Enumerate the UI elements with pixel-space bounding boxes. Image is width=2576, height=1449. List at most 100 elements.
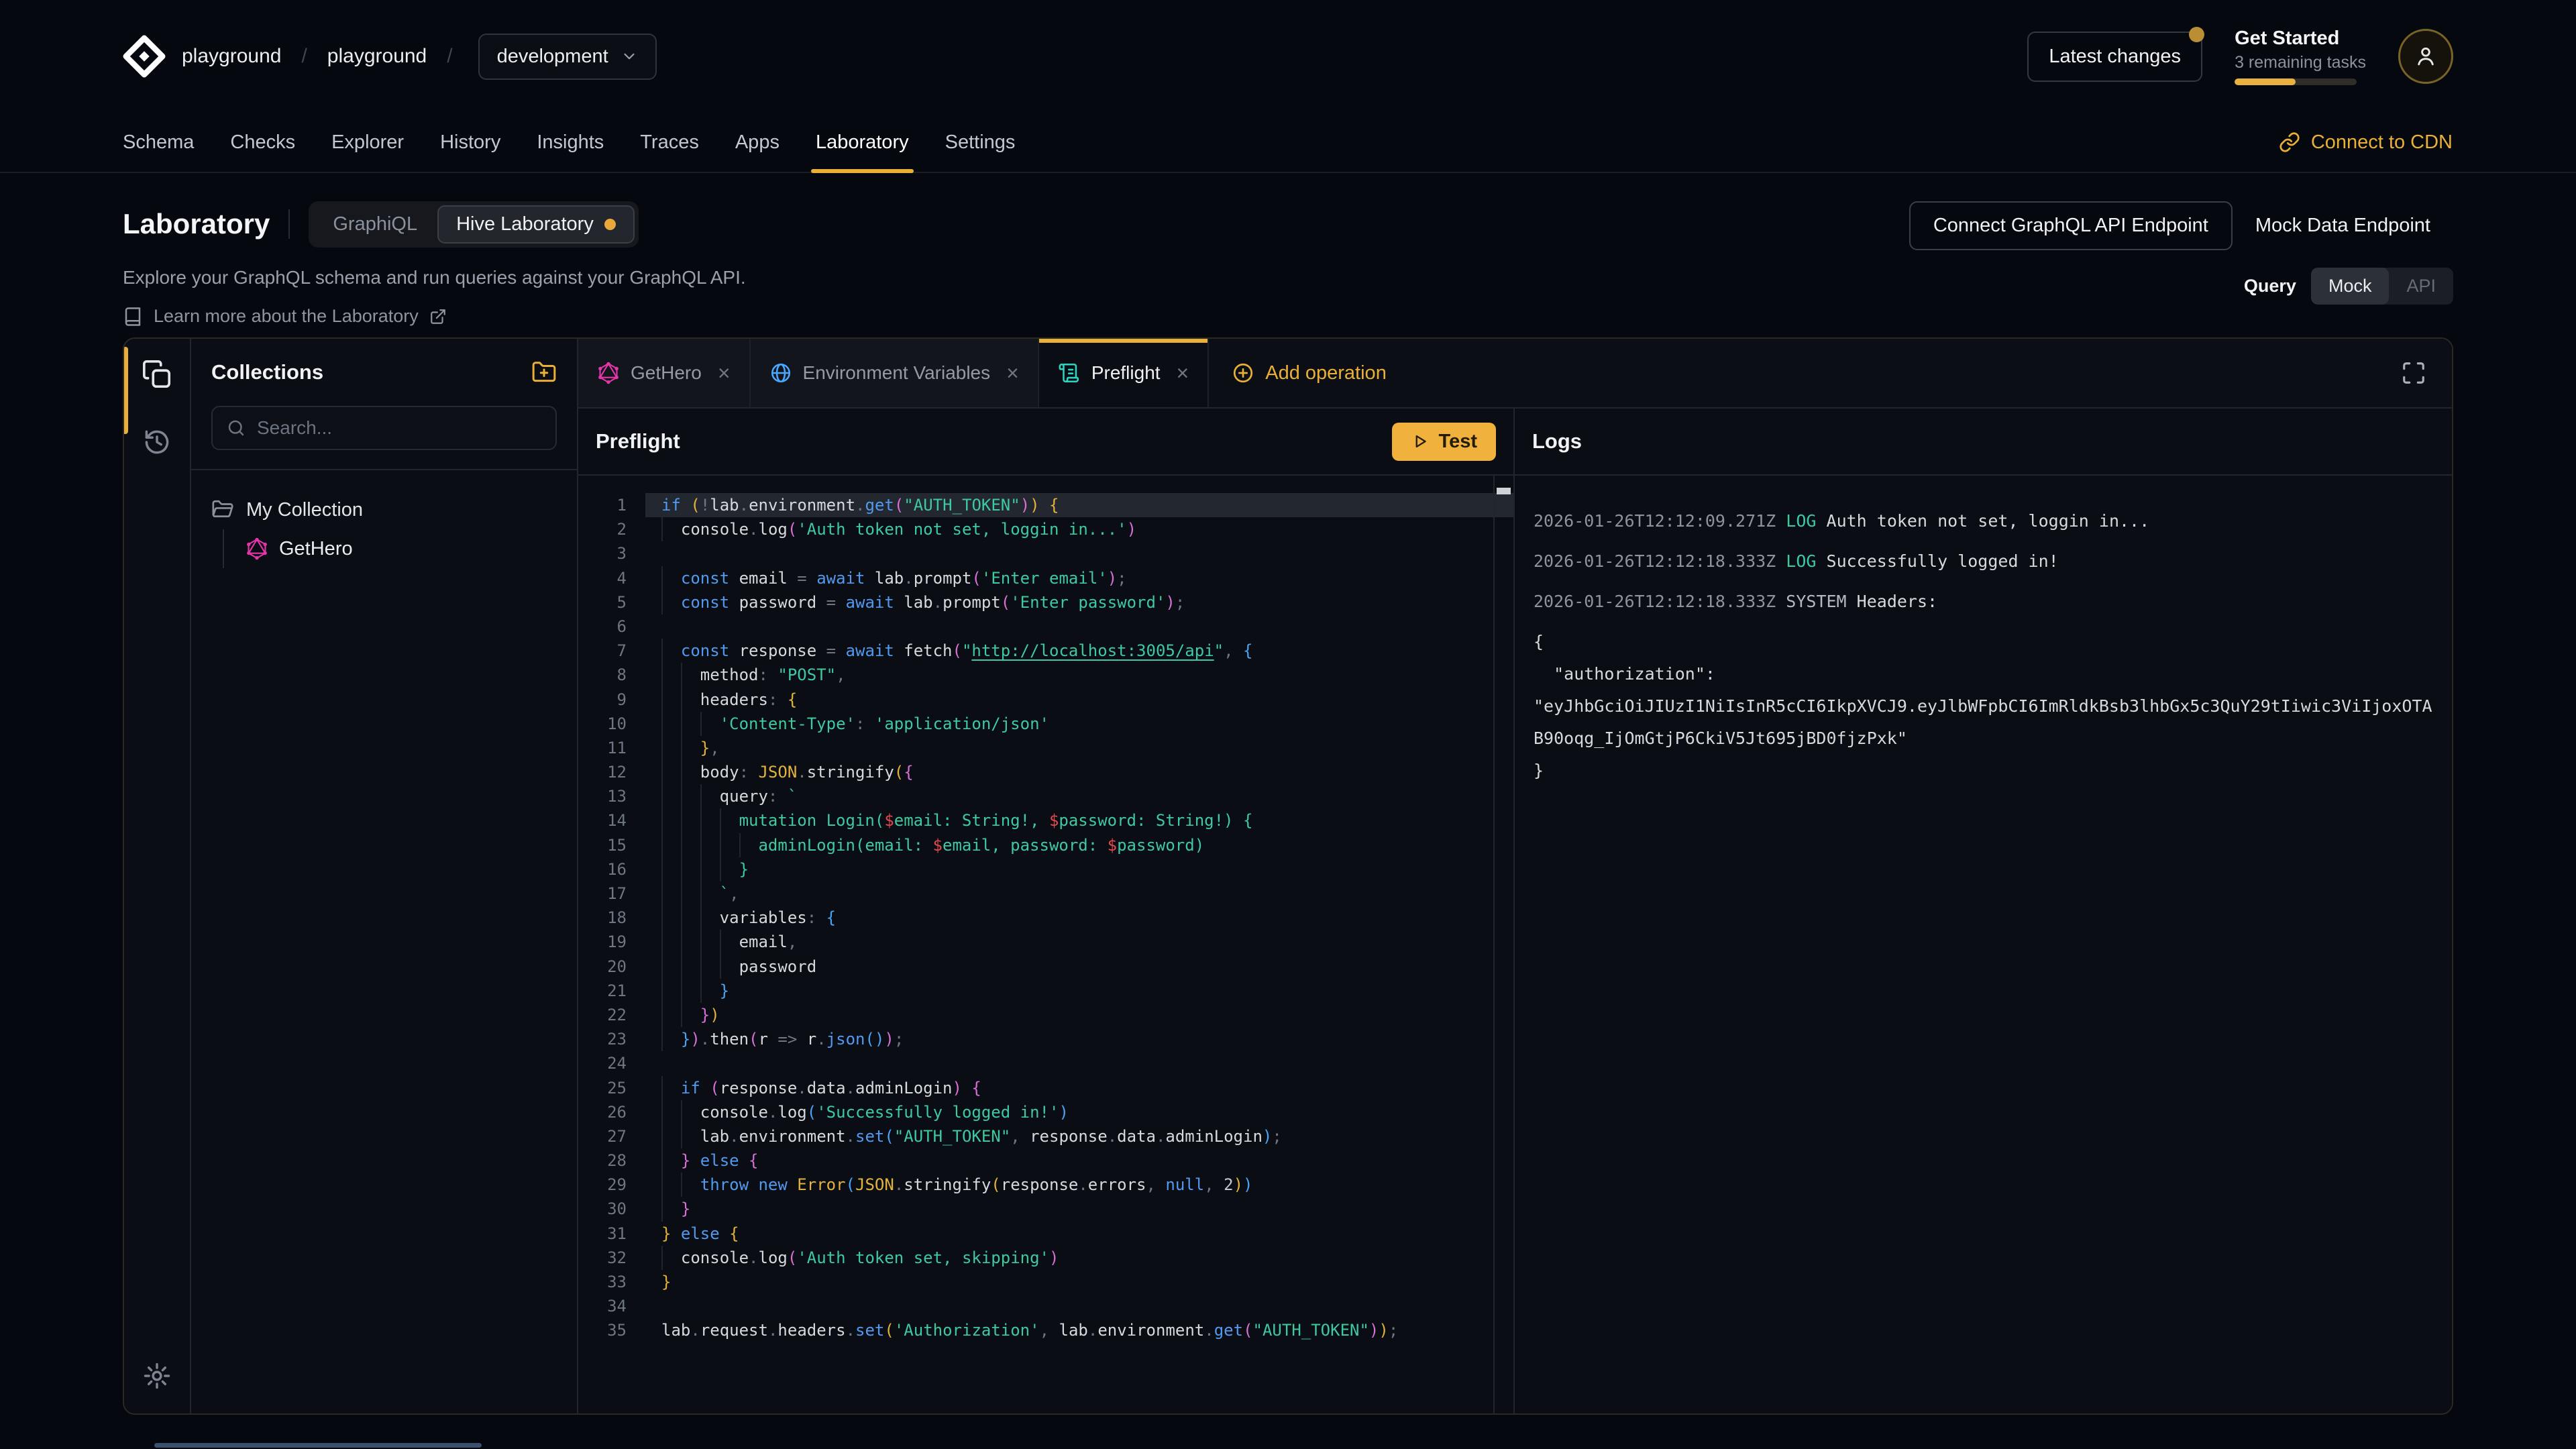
gear-icon[interactable] <box>142 1361 172 1391</box>
code-line[interactable]: 33} <box>578 1270 1513 1294</box>
line-number: 1 <box>578 493 645 517</box>
fullscreen-button[interactable] <box>2375 339 2452 407</box>
mode-toggle: GraphiQLHive Laboratory <box>309 201 638 248</box>
nav-item-laboratory[interactable]: Laboratory <box>798 113 927 172</box>
code-text: } <box>645 979 1513 1003</box>
collection-folder[interactable]: My Collection <box>211 490 557 529</box>
code-line[interactable]: 2 console.log('Auth token not set, loggi… <box>578 517 1513 541</box>
code-line[interactable]: 6 <box>578 614 1513 639</box>
nav-item-traces[interactable]: Traces <box>622 113 717 172</box>
code-line[interactable]: 1if (!lab.environment.get("AUTH_TOKEN"))… <box>578 493 1513 517</box>
code-line[interactable]: 4 const email = await lab.prompt('Enter … <box>578 566 1513 590</box>
code-text: if (response.data.adminLogin) { <box>645 1076 1513 1100</box>
nav-item-schema[interactable]: Schema <box>105 113 212 172</box>
log-timestamp: 2026-01-26T12:12:18.333Z <box>1534 592 1776 611</box>
code-line[interactable]: 27 lab.environment.set("AUTH_TOKEN", res… <box>578 1124 1513 1148</box>
code-line[interactable]: 30 } <box>578 1197 1513 1221</box>
breadcrumb-org[interactable]: playground <box>182 45 281 68</box>
connect-graphql-endpoint-button[interactable]: Connect GraphQL API Endpoint <box>1909 201 2233 250</box>
code-line[interactable]: 23 }).then(r => r.json()); <box>578 1027 1513 1051</box>
code-line[interactable]: 16 } <box>578 857 1513 881</box>
editor-scrollbar-thumb[interactable] <box>1497 488 1511 494</box>
logs-pane: Logs 2026-01-26T12:12:09.271Z LOG Auth t… <box>1515 409 2452 1413</box>
code-text <box>645 1294 1513 1318</box>
code-line[interactable]: 22 }) <box>578 1003 1513 1027</box>
code-text: query: ` <box>645 784 1513 808</box>
tab-preflight[interactable]: Preflight× <box>1039 339 1209 407</box>
breadcrumb-project[interactable]: playground <box>327 45 427 68</box>
script-icon <box>1058 362 1081 384</box>
code-line[interactable]: 7 const response = await fetch("http://l… <box>578 639 1513 663</box>
code-line[interactable]: 26 console.log('Successfully logged in!'… <box>578 1100 1513 1124</box>
hive-logo-icon[interactable] <box>123 35 166 78</box>
code-text: if (!lab.environment.get("AUTH_TOKEN")) … <box>645 493 1513 517</box>
code-line[interactable]: 29 throw new Error(JSON.stringify(respon… <box>578 1173 1513 1197</box>
search-input[interactable] <box>257 417 542 439</box>
nav-item-checks[interactable]: Checks <box>212 113 313 172</box>
code-line[interactable]: 34 <box>578 1294 1513 1318</box>
code-line[interactable]: 24 <box>578 1051 1513 1075</box>
endpoint-option-api[interactable]: API <box>2389 268 2453 305</box>
collections-icon[interactable] <box>142 359 172 390</box>
add-operation-button[interactable]: Add operation <box>1209 339 1409 407</box>
code-line[interactable]: 13 query: ` <box>578 784 1513 808</box>
user-avatar[interactable] <box>2398 29 2453 84</box>
line-number: 31 <box>578 1222 645 1246</box>
endpoint-option-mock[interactable]: Mock <box>2311 268 2390 305</box>
target-selector[interactable]: development <box>478 34 657 80</box>
mock-data-endpoint-button[interactable]: Mock Data Endpoint <box>2233 203 2453 249</box>
code-line[interactable]: 9 headers: { <box>578 688 1513 712</box>
learn-more-link[interactable]: Learn more about the Laboratory <box>123 306 746 327</box>
mode-option-graphiql[interactable]: GraphiQL <box>313 205 437 244</box>
code-text: const email = await lab.prompt('Enter em… <box>645 566 1513 590</box>
nav-item-explorer[interactable]: Explorer <box>313 113 422 172</box>
learn-more-label: Learn more about the Laboratory <box>154 306 419 327</box>
nav-item-history[interactable]: History <box>422 113 519 172</box>
code-text: } else { <box>645 1148 1513 1173</box>
log-entry: 2026-01-26T12:12:09.271Z LOG Auth token … <box>1534 505 2433 537</box>
close-icon[interactable]: × <box>718 362 731 384</box>
collection-operation[interactable]: GetHero <box>246 529 557 568</box>
nav-item-insights[interactable]: Insights <box>519 113 622 172</box>
code-line[interactable]: 10 'Content-Type': 'application/json' <box>578 712 1513 736</box>
plus-circle-icon <box>1232 362 1254 384</box>
tab-gethero[interactable]: GetHero× <box>578 339 751 407</box>
add-folder-icon[interactable] <box>531 360 557 385</box>
code-line[interactable]: 3 <box>578 541 1513 566</box>
code-line[interactable]: 18 variables: { <box>578 906 1513 930</box>
endpoint-toggle: MockAPI <box>2311 268 2453 305</box>
code-line[interactable]: 15 adminLogin(email: $email, password: $… <box>578 833 1513 857</box>
editor-overview-ruler[interactable] <box>1493 476 1513 1413</box>
latest-changes-button[interactable]: Latest changes <box>2027 32 2202 82</box>
nav-item-apps[interactable]: Apps <box>717 113 798 172</box>
code-line[interactable]: 25 if (response.data.adminLogin) { <box>578 1076 1513 1100</box>
code-line[interactable]: 17 `, <box>578 881 1513 906</box>
close-icon[interactable]: × <box>1006 362 1019 384</box>
horizontal-scrollbar-thumb[interactable] <box>154 1443 482 1448</box>
code-line[interactable]: 31} else { <box>578 1222 1513 1246</box>
code-line[interactable]: 20 password <box>578 955 1513 979</box>
code-line[interactable]: 14 mutation Login($email: String!, $pass… <box>578 808 1513 833</box>
code-line[interactable]: 21 } <box>578 979 1513 1003</box>
code-line[interactable]: 19 email, <box>578 930 1513 954</box>
code-line[interactable]: 12 body: JSON.stringify({ <box>578 760 1513 784</box>
get-started-widget[interactable]: Get Started 3 remaining tasks <box>2235 28 2366 85</box>
code-line[interactable]: 28 } else { <box>578 1148 1513 1173</box>
mode-option-hive-laboratory[interactable]: Hive Laboratory <box>437 205 635 244</box>
nav-item-settings[interactable]: Settings <box>927 113 1034 172</box>
connect-to-cdn-link[interactable]: Connect to CDN <box>2260 113 2471 172</box>
code-line[interactable]: 5 const password = await lab.prompt('Ent… <box>578 590 1513 614</box>
code-line[interactable]: 11 }, <box>578 736 1513 760</box>
code-text <box>645 1051 1513 1075</box>
line-number: 11 <box>578 736 645 760</box>
code-editor[interactable]: 1if (!lab.environment.get("AUTH_TOKEN"))… <box>578 476 1513 1413</box>
tab-environment-variables[interactable]: Environment Variables× <box>751 339 1039 407</box>
breadcrumb-separator: / <box>447 45 452 68</box>
code-line[interactable]: 32 console.log('Auth token set, skipping… <box>578 1246 1513 1270</box>
code-line[interactable]: 35lab.request.headers.set('Authorization… <box>578 1318 1513 1342</box>
code-line[interactable]: 8 method: "POST", <box>578 663 1513 687</box>
close-icon[interactable]: × <box>1177 362 1189 384</box>
history-icon[interactable] <box>142 427 172 457</box>
folder-open-icon <box>211 498 234 521</box>
test-button[interactable]: Test <box>1392 423 1496 461</box>
